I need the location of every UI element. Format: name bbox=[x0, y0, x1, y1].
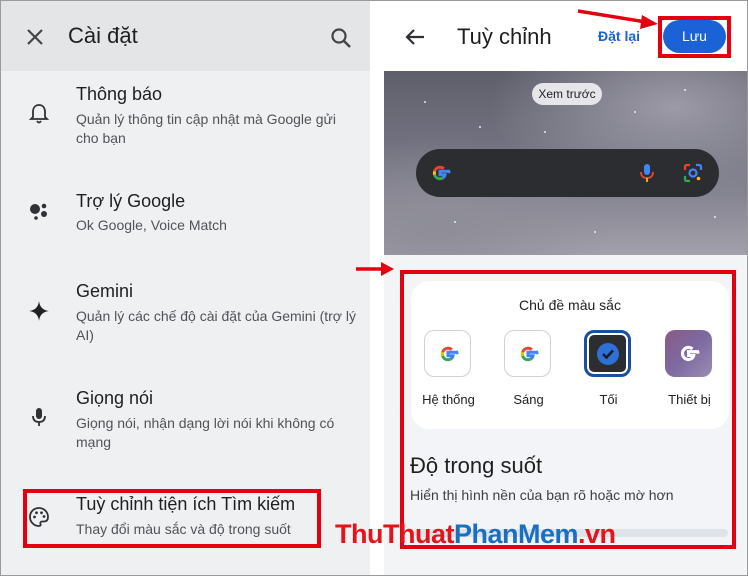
setting-title: Thông báo bbox=[76, 84, 163, 104]
settings-panel: Cài đặt Thông báo Quản lý thông tin cập … bbox=[1, 1, 370, 575]
customize-title: Tuỳ chỉnh bbox=[457, 24, 552, 49]
setting-item-gemini[interactable]: Gemini Quản lý các chế độ cài đặt của Ge… bbox=[1, 268, 370, 360]
lens-icon bbox=[683, 163, 703, 183]
star bbox=[424, 101, 426, 103]
reset-button[interactable]: Đặt lại bbox=[598, 28, 640, 44]
setting-title: Trợ lý Google bbox=[76, 191, 186, 211]
assistant-icon bbox=[30, 203, 47, 220]
star bbox=[454, 221, 456, 223]
highlight-box-widget-item bbox=[23, 489, 321, 548]
preview-search-bar bbox=[416, 149, 719, 197]
setting-item-voice[interactable]: Giọng nói Giọng nói, nhận dạng lời nói k… bbox=[1, 377, 370, 469]
google-g-icon bbox=[432, 165, 451, 181]
setting-title: Gemini bbox=[76, 281, 134, 301]
settings-header: Cài đặt bbox=[1, 1, 370, 71]
annotation-arrow-icon bbox=[356, 262, 394, 276]
setting-desc: Giọng nói, nhận dạng lời nói khi không c… bbox=[76, 415, 335, 450]
setting-desc: Ok Google, Voice Match bbox=[76, 217, 227, 233]
search-icon[interactable] bbox=[330, 27, 352, 49]
star bbox=[479, 126, 481, 128]
watermark-part: ThuThuat bbox=[335, 519, 454, 549]
back-arrow-icon[interactable] bbox=[404, 26, 426, 48]
setting-item-assistant[interactable]: Trợ lý Google Ok Google, Voice Match bbox=[1, 176, 370, 256]
sparkle-icon bbox=[29, 301, 49, 321]
setting-desc: Quản lý các chế độ cài đặt của Gemini (t… bbox=[76, 308, 356, 343]
watermark-part: PhanMem bbox=[453, 519, 579, 549]
watermark: ThuThuatPhanMem.vn bbox=[335, 519, 616, 550]
preview-label: Xem trước bbox=[532, 83, 602, 105]
screenshot-frame: Cài đặt Thông báo Quản lý thông tin cập … bbox=[0, 0, 748, 576]
highlight-box-theme-panel bbox=[400, 270, 736, 549]
bell-icon bbox=[28, 104, 50, 124]
star bbox=[544, 131, 546, 133]
watermark-part: .vn bbox=[578, 519, 616, 549]
setting-item-notifications[interactable]: Thông báo Quản lý thông tin cập nhật mà … bbox=[1, 71, 370, 163]
microphone-icon bbox=[640, 164, 654, 182]
setting-desc: Quản lý thông tin cập nhật mà Google gửi… bbox=[76, 111, 336, 146]
widget-preview: Xem trước bbox=[384, 71, 747, 255]
star bbox=[634, 111, 636, 113]
customize-header: Tuỳ chỉnh Đặt lại Lưu bbox=[384, 1, 747, 71]
highlight-box-save bbox=[658, 16, 731, 58]
microphone-icon bbox=[32, 408, 46, 426]
star bbox=[714, 216, 716, 218]
settings-title: Cài đặt bbox=[68, 23, 138, 48]
annotation-arrow-icon bbox=[577, 9, 658, 29]
star bbox=[684, 89, 686, 91]
star bbox=[594, 231, 596, 233]
close-icon[interactable] bbox=[24, 26, 46, 48]
setting-title: Giọng nói bbox=[76, 388, 154, 408]
